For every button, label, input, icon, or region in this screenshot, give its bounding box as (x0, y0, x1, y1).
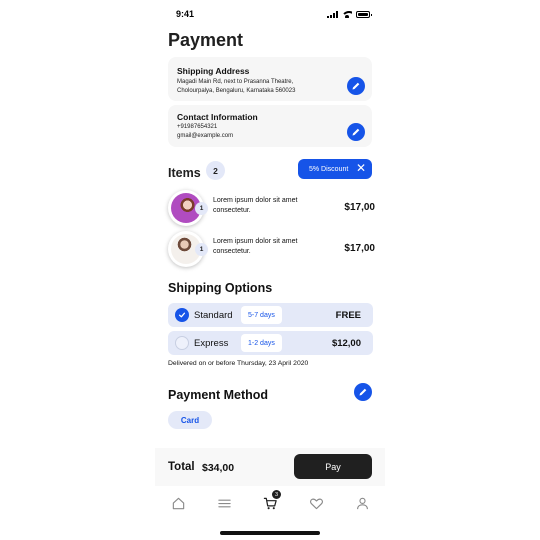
signal-icon (327, 11, 338, 18)
wifi-icon (342, 11, 352, 18)
profile-icon[interactable] (352, 493, 372, 513)
phone-screen: 9:41 Payment Shipping Address Magadi Mai… (155, 0, 385, 540)
shipping-option-days: 1-2 days (241, 334, 282, 352)
shipping-address-card: Shipping Address Magadi Main Rd, next to… (168, 57, 372, 101)
shipping-option-cost: $12,00 (331, 338, 361, 349)
bottom-nav: 3 (155, 489, 385, 517)
item-price: $17,00 (344, 202, 375, 213)
status-bar: 9:41 (155, 9, 385, 23)
cart-count-badge: 3 (272, 490, 281, 499)
shipping-option-express[interactable]: Express 1-2 days $12,00 (168, 331, 373, 355)
items-heading: Items (168, 166, 201, 180)
close-icon[interactable]: ✕ (356, 162, 366, 174)
home-indicator (220, 531, 320, 535)
heart-icon[interactable] (306, 493, 326, 513)
total-label: Total (168, 461, 195, 473)
edit-contact-button[interactable] (347, 123, 365, 141)
shipping-option-days: 5-7 days (241, 306, 282, 324)
payment-method-heading: Payment Method (168, 388, 269, 402)
total-amount: $34,00 (202, 462, 235, 474)
delivery-note: Delivered on or before Thursday, 23 Apri… (168, 360, 309, 367)
item-quantity-badge: 1 (195, 243, 208, 256)
page-title: Payment (168, 30, 244, 50)
pencil-icon (359, 388, 367, 396)
shipping-option-standard[interactable]: Standard 5-7 days FREE (168, 303, 373, 327)
pay-button[interactable]: Pay (294, 454, 372, 479)
status-time: 9:41 (176, 9, 195, 19)
shipping-address-heading: Shipping Address (177, 66, 250, 76)
payment-method-chip[interactable]: Card (168, 411, 212, 429)
list-item[interactable]: 1 Lorem ipsum dolor sit amet consectetur… (168, 231, 375, 269)
edit-payment-button[interactable] (354, 383, 372, 401)
menu-icon[interactable] (214, 493, 234, 513)
pencil-icon (352, 82, 360, 90)
pencil-icon (352, 128, 360, 136)
home-icon[interactable] (168, 493, 188, 513)
contact-info-heading: Contact Information (177, 112, 258, 122)
battery-icon (356, 11, 372, 18)
edit-address-button[interactable] (347, 77, 365, 95)
cart-icon[interactable]: 3 (260, 490, 281, 513)
list-item[interactable]: 1 Lorem ipsum dolor sit amet consectetur… (168, 190, 375, 228)
item-price: $17,00 (344, 243, 375, 254)
items-count-badge: 2 (206, 161, 225, 180)
shipping-option-cost: FREE (335, 310, 361, 321)
item-description: Lorem ipsum dolor sit amet consectetur. (213, 238, 298, 255)
radio-checked-icon[interactable] (175, 308, 189, 322)
status-icons (327, 11, 372, 18)
item-quantity-badge: 1 (195, 202, 208, 215)
checkout-footer: Total $34,00 Pay (155, 448, 385, 486)
shipping-options-heading: Shipping Options (168, 281, 273, 295)
discount-chip[interactable]: 5% Discount ✕ (298, 159, 372, 179)
item-description: Lorem ipsum dolor sit amet consectetur. (213, 197, 298, 214)
shipping-address-line2: Cholourpalya, Bengaluru, Karnataka 56002… (177, 88, 296, 94)
contact-email: gmail@example.com (177, 133, 234, 139)
shipping-option-name: Express (194, 338, 229, 349)
shipping-option-name: Standard (194, 310, 233, 321)
discount-label: 5% Discount (309, 165, 349, 173)
contact-info-card: Contact Information +91987654321 gmail@e… (168, 105, 372, 147)
radio-unchecked-icon[interactable] (175, 336, 189, 350)
